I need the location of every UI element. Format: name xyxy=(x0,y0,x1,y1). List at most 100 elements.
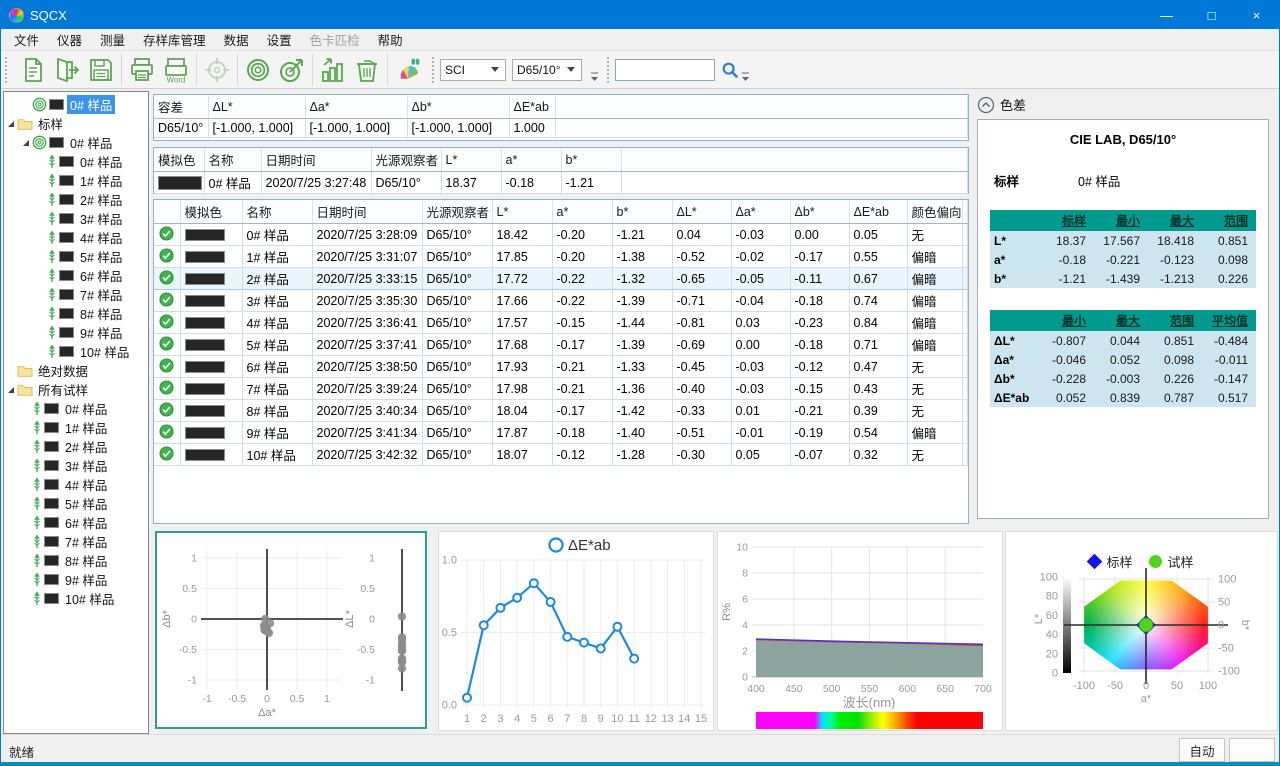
tree-item[interactable]: 9# 样品 xyxy=(4,570,148,589)
menu-item[interactable]: 仪器 xyxy=(48,28,91,51)
table-row[interactable]: 1# 样品2020/7/25 3:31:07D65/10°17.85-0.20-… xyxy=(154,246,968,268)
table-row[interactable]: 8# 样品2020/7/25 3:40:34D65/10°18.04-0.17-… xyxy=(154,400,968,422)
tree-item[interactable]: 2# 样品 xyxy=(4,437,148,456)
column-header[interactable]: Δb* xyxy=(407,95,509,119)
printer-button[interactable] xyxy=(125,53,159,87)
search-icon[interactable] xyxy=(721,61,739,79)
column-header[interactable] xyxy=(154,200,180,224)
table-row[interactable]: 4# 样品2020/7/25 3:36:41D65/10°17.57-0.15-… xyxy=(154,312,968,334)
tree-item[interactable]: 2# 样品 xyxy=(4,190,148,209)
tree-item[interactable]: 7# 样品 xyxy=(4,532,148,551)
maximize-button[interactable]: □ xyxy=(1189,1,1234,29)
minimize-button[interactable]: — xyxy=(1144,1,1189,29)
tree-item[interactable]: 6# 样品 xyxy=(4,513,148,532)
menu-item[interactable]: 设置 xyxy=(258,28,301,51)
tree-expander-icon[interactable] xyxy=(8,387,14,393)
column-header[interactable]: a* xyxy=(501,148,561,172)
column-header[interactable] xyxy=(621,148,968,172)
column-header[interactable]: ΔE*ab xyxy=(509,95,555,119)
lab-gamut-chart[interactable]: 100500-50-100-100-50050100a*b*1008060402… xyxy=(1005,531,1278,731)
calibration-rings-button[interactable] xyxy=(241,53,275,87)
column-header[interactable] xyxy=(962,200,968,224)
delta-ab-scatter-chart[interactable]: -1-0.500.5110.50-0.5-1Δb*Δa*10.50-0.5-1Δ… xyxy=(155,531,427,729)
table-row[interactable]: 7# 样品2020/7/25 3:39:24D65/10°17.98-0.21-… xyxy=(154,378,968,400)
delta-e-line-chart[interactable]: 1234567891011121314150.00.51.0ΔE*ab xyxy=(438,531,714,731)
tree-item[interactable]: 9# 样品 xyxy=(4,323,148,342)
tree-item[interactable]: 3# 样品 xyxy=(4,209,148,228)
tree-item[interactable]: 5# 样品 xyxy=(4,494,148,513)
column-header[interactable]: b* xyxy=(612,200,672,224)
column-header[interactable]: 模拟色 xyxy=(154,148,204,172)
tree-expander-icon[interactable] xyxy=(8,121,14,127)
illuminant-select[interactable]: D65/10° xyxy=(512,59,582,81)
toolbar-overflow-icon[interactable] xyxy=(590,71,599,83)
tree-item[interactable]: 8# 样品 xyxy=(4,551,148,570)
tree-item[interactable]: 8# 样品 xyxy=(4,304,148,323)
tree-item[interactable]: 0# 样品 xyxy=(4,133,148,152)
table-row[interactable]: D65/10°[-1.000, 1.000][-1.000, 1.000][-1… xyxy=(154,119,968,138)
menu-item[interactable]: 帮助 xyxy=(369,28,412,51)
reflectance-chart[interactable]: 0246810400450500550600650700波长(nm)R% xyxy=(717,531,1003,731)
table-row[interactable]: 10# 样品2020/7/25 3:42:32D65/10°18.07-0.12… xyxy=(154,444,968,466)
column-header[interactable]: L* xyxy=(492,200,552,224)
column-header[interactable]: Δb* xyxy=(790,200,849,224)
column-header[interactable]: L* xyxy=(441,148,501,172)
table-row[interactable]: 0# 样品2020/7/25 3:28:09D65/10°18.42-0.20-… xyxy=(154,224,968,246)
table-row[interactable]: 6# 样品2020/7/25 3:38:50D65/10°17.93-0.21-… xyxy=(154,356,968,378)
column-header[interactable]: ΔL* xyxy=(672,200,731,224)
column-header[interactable]: b* xyxy=(561,148,621,172)
collapse-chevron-up-icon[interactable] xyxy=(977,96,995,114)
tree-item[interactable]: 绝对数据 xyxy=(4,361,148,380)
color-fan-binoculars-button[interactable] xyxy=(391,53,425,87)
tree-item[interactable]: 0# 样品 xyxy=(4,95,148,114)
target-arrow-button[interactable] xyxy=(275,53,309,87)
printer-word-button[interactable]: Word xyxy=(159,53,193,87)
auto-button[interactable]: 自动 xyxy=(1179,738,1225,762)
table-row[interactable]: 9# 样品2020/7/25 3:41:34D65/10°17.87-0.18-… xyxy=(154,422,968,444)
column-header[interactable]: 模拟色 xyxy=(180,200,242,224)
tree-item[interactable]: 0# 样品 xyxy=(4,152,148,171)
tree-item[interactable]: 1# 样品 xyxy=(4,171,148,190)
column-header[interactable]: ΔL* xyxy=(208,95,305,119)
column-header[interactable]: Δa* xyxy=(305,95,407,119)
tree-item[interactable]: 4# 样品 xyxy=(4,228,148,247)
column-header[interactable]: 颜色偏向 xyxy=(907,200,962,224)
table-row[interactable]: 2# 样品2020/7/25 3:33:15D65/10°17.72-0.22-… xyxy=(154,268,968,290)
tree-item[interactable]: 6# 样品 xyxy=(4,266,148,285)
menu-item[interactable]: 数据 xyxy=(215,28,258,51)
search-input[interactable] xyxy=(615,59,715,81)
tree-item[interactable]: 5# 样品 xyxy=(4,247,148,266)
column-header[interactable]: 日期时间 xyxy=(261,148,371,172)
column-header[interactable]: a* xyxy=(552,200,612,224)
tree-item[interactable]: 7# 样品 xyxy=(4,285,148,304)
column-header[interactable]: ΔE*ab xyxy=(849,200,907,224)
tree-item[interactable]: 4# 样品 xyxy=(4,475,148,494)
column-header[interactable]: 光源观察者 xyxy=(422,200,492,224)
tree-item[interactable]: 1# 样品 xyxy=(4,418,148,437)
toolbar-overflow-icon[interactable] xyxy=(741,71,750,83)
column-header[interactable] xyxy=(555,95,968,119)
column-header[interactable]: 名称 xyxy=(204,148,261,172)
new-document-button[interactable] xyxy=(16,53,50,87)
tree-item[interactable]: 10# 样品 xyxy=(4,589,148,608)
menu-item[interactable]: 存样库管理 xyxy=(134,28,215,51)
column-header[interactable]: Δa* xyxy=(731,200,790,224)
column-header[interactable]: 容差 xyxy=(154,95,208,119)
table-row[interactable]: 0# 样品2020/7/25 3:27:48D65/10°18.37-0.18-… xyxy=(154,172,968,194)
save-floppy-button[interactable] xyxy=(84,53,118,87)
trash-button[interactable] xyxy=(350,53,384,87)
tree-expander-icon[interactable] xyxy=(23,140,29,146)
column-header[interactable]: 名称 xyxy=(242,200,312,224)
close-button[interactable]: × xyxy=(1234,1,1279,29)
bar-chart-button[interactable] xyxy=(316,53,350,87)
menu-item[interactable]: 文件 xyxy=(5,28,48,51)
table-row[interactable]: 3# 样品2020/7/25 3:35:30D65/10°17.66-0.22-… xyxy=(154,290,968,312)
tree-item[interactable]: 10# 样品 xyxy=(4,342,148,361)
table-row[interactable]: 5# 样品2020/7/25 3:37:41D65/10°17.68-0.17-… xyxy=(154,334,968,356)
tree-item[interactable]: 0# 样品 xyxy=(4,399,148,418)
column-header[interactable]: 日期时间 xyxy=(312,200,422,224)
tree-item[interactable]: 3# 样品 xyxy=(4,456,148,475)
tree-item[interactable]: 标样 xyxy=(4,114,148,133)
tree-item[interactable]: 所有试样 xyxy=(4,380,148,399)
export-door-button[interactable] xyxy=(50,53,84,87)
